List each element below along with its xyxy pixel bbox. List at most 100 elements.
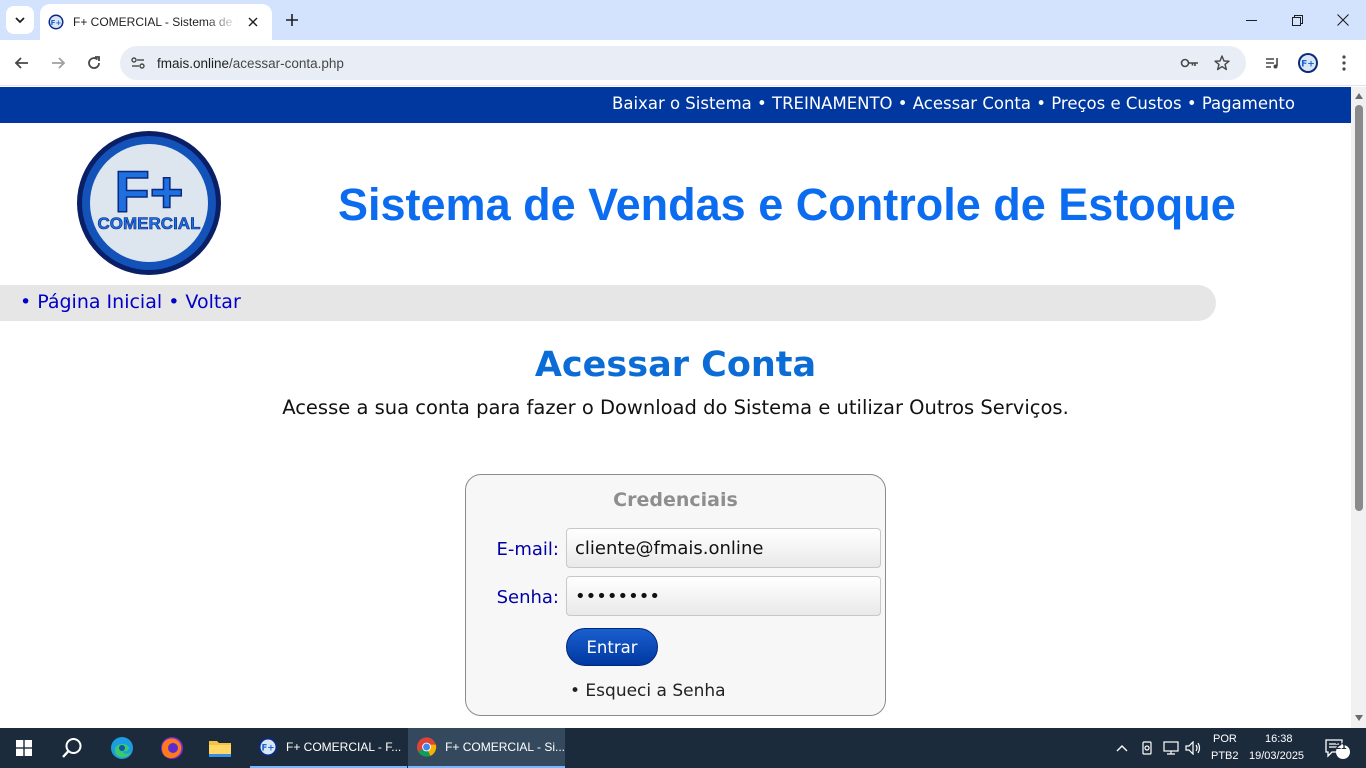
forward-button[interactable] — [44, 49, 72, 77]
tray-volume[interactable] — [1184, 728, 1204, 768]
site-headline: Sistema de Vendas e Controle de Estoque — [338, 179, 1236, 230]
top-nav-links: Baixar o Sistema • TREINAMENTO • Acessar… — [612, 94, 1295, 113]
password-label: Senha: — [496, 587, 559, 608]
profile-button[interactable]: F+ — [1294, 49, 1322, 77]
firefox-icon — [161, 737, 183, 759]
close-window-button[interactable] — [1320, 0, 1366, 40]
fmais-app-icon: F+ — [258, 737, 278, 757]
breadcrumb: • Página Inicial • Voltar — [20, 291, 241, 313]
tray-meet-now[interactable] — [1137, 728, 1157, 768]
reload-button[interactable] — [80, 49, 108, 77]
chrome-icon — [416, 737, 437, 757]
forgot-password-link[interactable]: • Esqueci a Senha — [570, 681, 726, 701]
top-nav-separator: • — [751, 94, 772, 113]
svg-text:F+: F+ — [262, 744, 275, 754]
top-navigation: Baixar o Sistema • TREINAMENTO • Acessar… — [0, 87, 1351, 123]
tab-search-button[interactable] — [6, 6, 34, 34]
plus-icon — [286, 14, 298, 26]
fmais-comercial-logo: F+ COMERCIAL — [77, 131, 221, 275]
windows-taskbar: F+ F+ COMERCIAL - F... F+ COMERCIAL - Si… — [0, 728, 1366, 768]
network-icon — [1163, 741, 1179, 755]
back-link[interactable]: • Voltar — [168, 291, 241, 313]
back-button[interactable] — [8, 49, 36, 77]
search-icon — [62, 738, 82, 758]
top-nav-link-pagamento[interactable]: Pagamento — [1202, 94, 1295, 113]
breadcrumb-bar: • Página Inicial • Voltar — [0, 285, 1216, 321]
page-title: Acessar Conta — [534, 345, 817, 385]
credentials-legend: Credenciais — [613, 489, 738, 511]
edge-icon — [111, 737, 133, 759]
home-link[interactable]: • Página Inicial — [20, 291, 162, 313]
camera-icon — [1142, 741, 1152, 755]
taskbar-app-chrome[interactable]: F+ COMERCIAL - Si... — [408, 728, 565, 768]
email-field[interactable] — [566, 528, 881, 568]
taskbar-firefox[interactable] — [150, 728, 194, 768]
restore-button[interactable] — [1274, 0, 1320, 40]
fmais-favicon-icon: F+ — [48, 14, 64, 30]
playlist-music-icon — [1266, 58, 1278, 69]
minimize-button[interactable] — [1228, 0, 1274, 40]
taskbar-app-chrome-label: F+ COMERCIAL - Si... — [445, 740, 565, 754]
taskbar-file-explorer[interactable] — [198, 728, 242, 768]
site-info-icon[interactable] — [128, 53, 148, 73]
tray-network[interactable] — [1160, 728, 1182, 768]
taskbar-app-fmais-label: F+ COMERCIAL - F... — [286, 740, 402, 754]
tab-title: F+ COMERCIAL - Sistema de Vendas e Contr… — [73, 15, 238, 29]
tray-overflow-button[interactable] — [1112, 728, 1132, 768]
browser-tab-strip: F+ F+ COMERCIAL - Sistema de Vendas e Co… — [0, 0, 1366, 40]
arrow-right-icon — [52, 57, 66, 69]
address-bar[interactable]: fmais.online/acessar-conta.php — [120, 46, 1246, 80]
top-nav-separator: • — [1181, 94, 1202, 113]
arrow-left-icon — [14, 57, 28, 69]
url-text: fmais.online/acessar-conta.php — [157, 56, 344, 71]
password-field[interactable] — [566, 576, 881, 616]
top-nav-separator: • — [892, 94, 913, 113]
minimize-icon — [1245, 19, 1257, 21]
page-scrollbar[interactable] — [1351, 87, 1366, 728]
tab-close-icon[interactable] — [244, 13, 262, 31]
url-path: /acessar-conta.php — [229, 55, 344, 71]
browser-menu-button[interactable] — [1330, 49, 1358, 77]
windows-logo-icon — [16, 740, 32, 756]
page-subtitle: Acesse a sua conta para fazer o Download… — [282, 396, 1069, 419]
top-nav-separator: • — [1031, 94, 1052, 113]
page-viewport: Baixar o Sistema • TREINAMENTO • Acessar… — [0, 87, 1366, 728]
logo-text-comercial: COMERCIAL — [98, 214, 201, 233]
login-submit-button[interactable]: Entrar — [566, 628, 658, 666]
top-nav-link-acessar-conta[interactable]: Acessar Conta — [913, 94, 1031, 113]
top-nav-link-treinamento[interactable]: TREINAMENTO — [772, 94, 893, 113]
scroll-down-icon[interactable] — [1354, 713, 1363, 722]
password-key-icon[interactable] — [1180, 53, 1200, 73]
tray-clock-time[interactable]: 16:38 — [1265, 733, 1293, 745]
tray-language-code[interactable]: POR — [1213, 733, 1237, 745]
tray-clock-date[interactable]: 19/03/2025 — [1249, 750, 1304, 762]
top-nav-link-baixar-o-sistema[interactable]: Baixar o Sistema — [612, 94, 752, 113]
notification-count-badge: 21 — [1335, 741, 1347, 752]
folder-icon — [209, 741, 231, 757]
svg-text:F+: F+ — [1301, 60, 1315, 70]
svg-text:F+: F+ — [51, 19, 62, 27]
media-control-button[interactable] — [1258, 49, 1286, 77]
restore-icon — [1291, 14, 1303, 26]
login-form: Credenciais E-mail: Senha: Entrar • Esqu… — [465, 474, 886, 716]
bookmark-star-icon[interactable] — [1212, 53, 1232, 73]
browser-tab-active[interactable]: F+ F+ COMERCIAL - Sistema de Vendas e Co… — [40, 4, 272, 40]
tray-keyboard-layout[interactable]: PTB2 — [1211, 750, 1239, 762]
taskbar-edge[interactable] — [100, 728, 144, 768]
chevron-up-icon — [1116, 745, 1128, 752]
kebab-menu-icon — [1342, 55, 1346, 71]
profile-avatar-icon: F+ — [1298, 53, 1318, 73]
speaker-icon — [1185, 741, 1201, 755]
start-button[interactable] — [0, 728, 48, 768]
close-icon — [1337, 14, 1349, 26]
email-label: E-mail: — [496, 539, 560, 560]
taskbar-app-fmais[interactable]: F+ F+ COMERCIAL - F... — [250, 728, 407, 768]
top-nav-link-precos-e-custos[interactable]: Preços e Custos — [1051, 94, 1181, 113]
taskbar-search-button[interactable] — [50, 728, 94, 768]
scrollbar-thumb[interactable] — [1355, 105, 1363, 511]
tray-notifications[interactable]: 21 — [1320, 728, 1354, 768]
new-tab-button[interactable] — [280, 8, 304, 32]
scroll-up-icon[interactable] — [1354, 91, 1363, 100]
browser-toolbar: fmais.online/acessar-conta.php F+ — [0, 40, 1366, 86]
url-host: fmais.online — [157, 55, 230, 71]
